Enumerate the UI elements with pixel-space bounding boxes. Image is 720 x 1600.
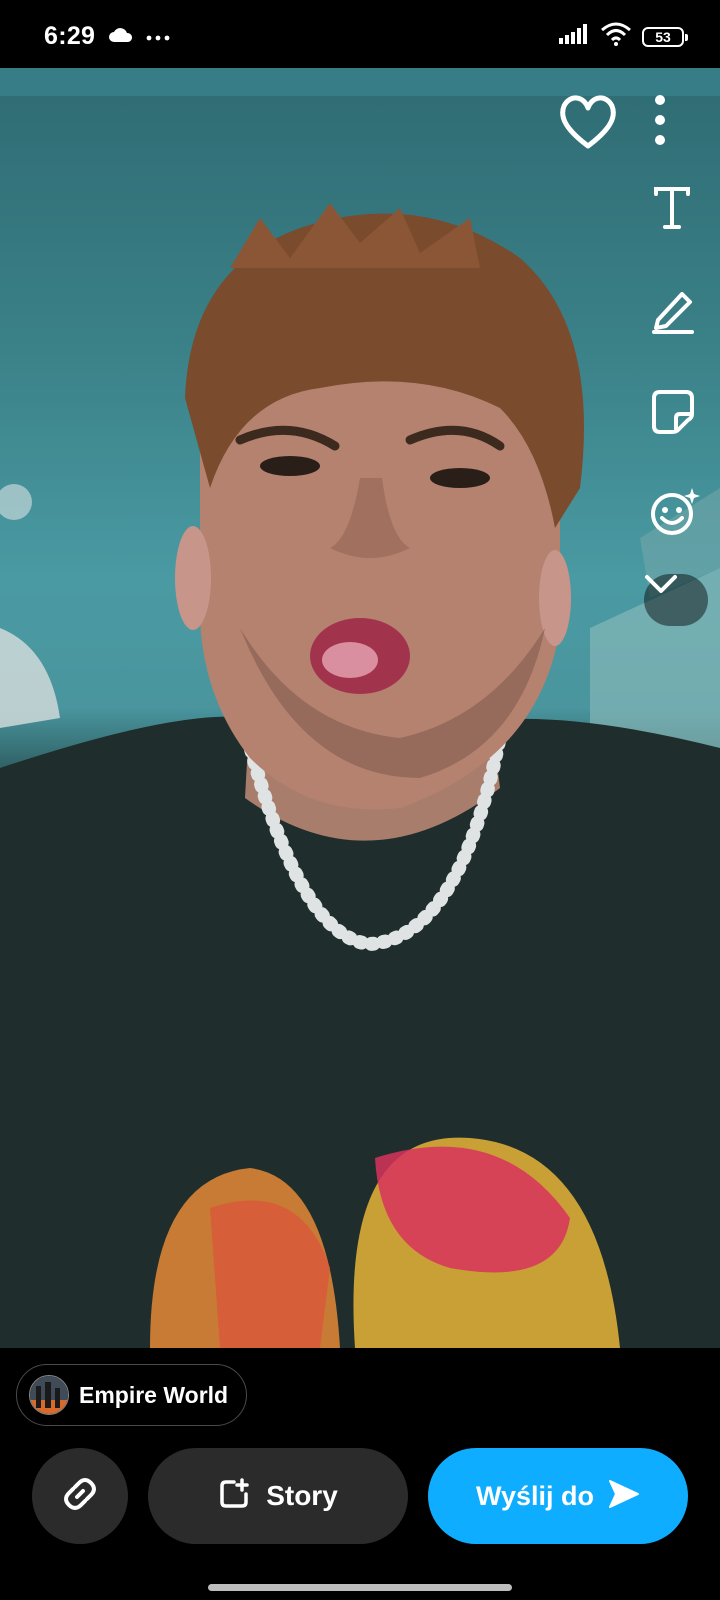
destination-label: Empire World [79, 1381, 229, 1408]
signal-icon [558, 24, 590, 49]
snap-photo [0, 68, 720, 1348]
battery-level: 53 [655, 28, 671, 45]
sticker-icon[interactable] [650, 388, 702, 440]
link-button[interactable] [32, 1448, 128, 1544]
story-label: Story [266, 1480, 338, 1511]
battery-icon: 53 [642, 26, 688, 47]
pencil-icon[interactable] [650, 286, 702, 338]
send-to-button[interactable]: Wyślij do [428, 1448, 688, 1544]
more-dots-icon [146, 29, 170, 47]
more-vert-icon[interactable] [652, 94, 700, 150]
status-time: 6:29 [44, 22, 96, 50]
send-panel: Empire World Story Wyślij do [0, 1348, 720, 1600]
chevron-down-icon[interactable] [644, 574, 708, 626]
send-to-label: Wyślij do [475, 1480, 595, 1511]
text-tool-icon[interactable] [652, 186, 700, 234]
wifi-icon [600, 22, 632, 51]
avatar [29, 1375, 69, 1415]
add-story-icon [218, 1477, 250, 1515]
cloud-icon [108, 26, 134, 49]
heart-icon[interactable] [556, 94, 628, 158]
link-icon [59, 1473, 101, 1520]
smiley-sparkle-icon[interactable] [648, 486, 704, 542]
destination-chip[interactable]: Empire World [16, 1364, 248, 1426]
story-button[interactable]: Story [148, 1448, 408, 1544]
home-indicator[interactable] [208, 1584, 512, 1591]
photo-illustration [0, 68, 720, 1348]
status-bar: 6:29 53 [0, 0, 720, 68]
send-arrow-icon [608, 1479, 640, 1514]
